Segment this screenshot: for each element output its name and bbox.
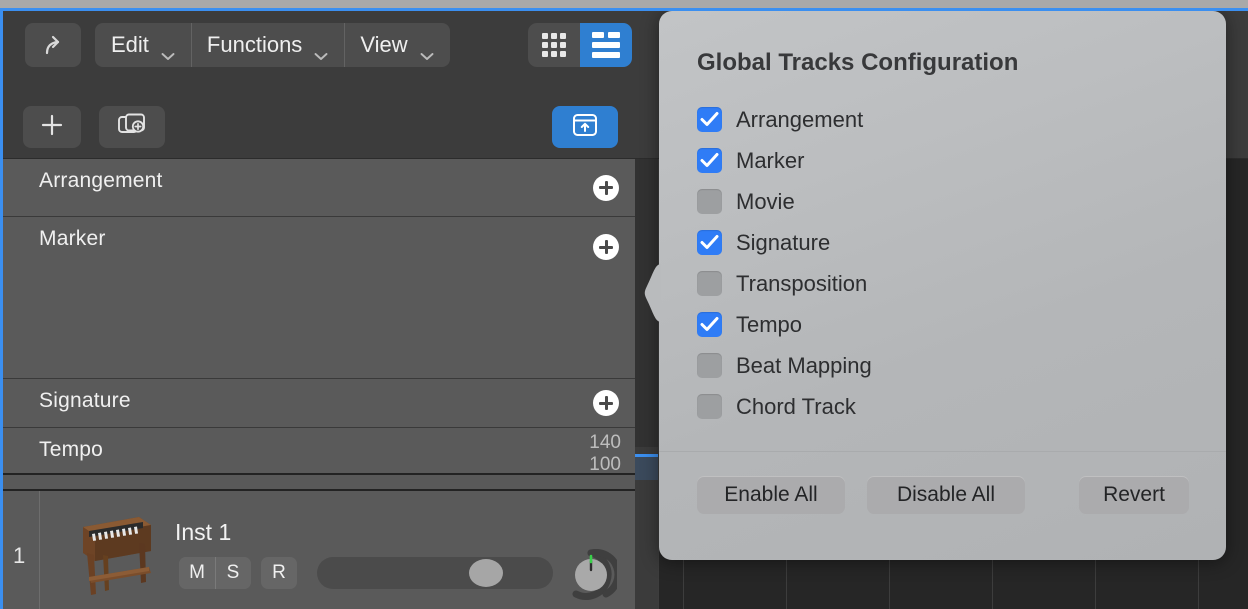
back-button[interactable]: [25, 23, 81, 67]
global-track-label: Signature: [39, 389, 131, 412]
chevron-down-icon: [314, 41, 328, 60]
checkbox-label: Movie: [736, 188, 795, 214]
track-row-inst-1[interactable]: 1 Inst 1 M S R: [3, 489, 635, 609]
list-view-button[interactable]: [580, 23, 632, 67]
add-track-button[interactable]: [23, 106, 81, 148]
enable-all-button[interactable]: Enable All: [697, 476, 845, 514]
grid-view-button[interactable]: [528, 23, 580, 67]
popover-title: Global Tracks Configuration: [697, 49, 1019, 76]
global-track-label: Tempo: [39, 438, 104, 461]
tempo-scale-values: 140 100: [589, 432, 621, 476]
checkbox-movie[interactable]: [697, 189, 722, 214]
revert-button[interactable]: Revert: [1079, 476, 1189, 514]
checkbox-label: Chord Track: [736, 393, 856, 419]
volume-slider[interactable]: [317, 557, 553, 589]
popover-button-row: Enable All Disable All Revert: [659, 476, 1226, 520]
desktop-background-strip: [0, 0, 1248, 8]
checkbox-label: Marker: [736, 147, 805, 173]
track-number: 1: [13, 543, 26, 568]
global-track-label: Marker: [39, 227, 106, 250]
menu-edit[interactable]: Edit: [95, 23, 191, 67]
track-controls: M S R: [179, 557, 297, 589]
global-tracks-checkbox-list: Arrangement Marker Movie Signature Trans…: [697, 99, 1177, 427]
global-track-row-tempo[interactable]: Tempo 140 100: [3, 428, 635, 475]
open-library-button[interactable]: [552, 106, 618, 148]
solo-button[interactable]: S: [215, 557, 251, 589]
checkbox-tempo[interactable]: [697, 312, 722, 337]
view-mode-segmented-control: [528, 23, 632, 67]
checkbox-row-beat-mapping[interactable]: Beat Mapping: [697, 345, 1177, 386]
chevron-down-icon: [161, 41, 175, 60]
checkbox-label: Tempo: [736, 311, 803, 337]
popover-divider: [659, 451, 1226, 452]
grid-icon: [542, 33, 566, 57]
checkbox-chord-track[interactable]: [697, 394, 722, 419]
checkbox-marker[interactable]: [697, 148, 722, 173]
global-track-row-signature[interactable]: Signature: [3, 379, 635, 428]
logic-main-window: Edit Functions View Arrangement Marker S…: [0, 8, 1248, 609]
track-name[interactable]: Inst 1: [175, 519, 231, 546]
checkbox-row-signature[interactable]: Signature: [697, 222, 1177, 263]
add-arrangement-marker-button[interactable]: [593, 174, 619, 201]
duplicate-track-button[interactable]: [99, 106, 165, 148]
add-signature-button[interactable]: [593, 390, 619, 416]
checkbox-beat-mapping[interactable]: [697, 353, 722, 378]
menu-view[interactable]: View: [344, 23, 449, 67]
checkbox-label: Transposition: [736, 270, 868, 296]
organ-instrument-icon[interactable]: [65, 503, 161, 599]
tempo-min-value: 100: [589, 454, 621, 475]
pan-knob[interactable]: [565, 548, 622, 601]
plus-icon: [41, 114, 63, 141]
checkbox-row-marker[interactable]: Marker: [697, 140, 1177, 181]
menu-functions-label: Functions: [206, 32, 303, 57]
chevron-down-icon: [420, 41, 434, 60]
mute-solo-group: M S: [179, 557, 251, 589]
record-enable-button[interactable]: R: [261, 557, 297, 589]
arrow-up-left-icon: [42, 33, 64, 57]
global-track-row-arrangement[interactable]: Arrangement: [3, 159, 635, 217]
checkbox-label: Beat Mapping: [736, 352, 872, 378]
tempo-max-value: 140: [589, 432, 621, 453]
add-marker-button[interactable]: [593, 234, 619, 260]
checkbox-transposition[interactable]: [697, 271, 722, 296]
checkbox-label: Signature: [736, 229, 831, 255]
checkbox-row-movie[interactable]: Movie: [697, 181, 1177, 222]
open-panel-up-icon: [570, 112, 600, 143]
global-tracks-configuration-popover: Global Tracks Configuration Arrangement …: [644, 11, 1226, 560]
disable-all-button[interactable]: Disable All: [867, 476, 1025, 514]
toolbar-left-group: Edit Functions View: [25, 23, 450, 67]
checkbox-signature[interactable]: [697, 230, 722, 255]
track-number-divider: [39, 491, 40, 609]
checkbox-row-transposition[interactable]: Transposition: [697, 263, 1177, 304]
global-track-row-marker[interactable]: Marker: [3, 217, 635, 379]
list-icon: [592, 32, 620, 58]
menu-functions[interactable]: Functions: [191, 23, 344, 67]
checkbox-row-arrangement[interactable]: Arrangement: [697, 99, 1177, 140]
volume-slider-thumb[interactable]: [469, 559, 503, 587]
checkbox-row-tempo[interactable]: Tempo: [697, 304, 1177, 345]
checkbox-row-chord-track[interactable]: Chord Track: [697, 386, 1177, 427]
menu-edit-label: Edit: [111, 32, 149, 57]
mute-button[interactable]: M: [179, 557, 215, 589]
playhead-marker: [635, 457, 658, 480]
duplicate-track-icon: [117, 112, 147, 143]
checkbox-label: Arrangement: [736, 106, 864, 132]
menu-bar-group: Edit Functions View: [95, 23, 450, 67]
menu-view-label: View: [360, 32, 408, 57]
global-track-label: Arrangement: [39, 169, 163, 192]
app-window: Edit Functions View Arrangement Marker S…: [0, 0, 1248, 609]
checkbox-arrangement[interactable]: [697, 107, 722, 132]
popover-tail: [639, 264, 661, 322]
